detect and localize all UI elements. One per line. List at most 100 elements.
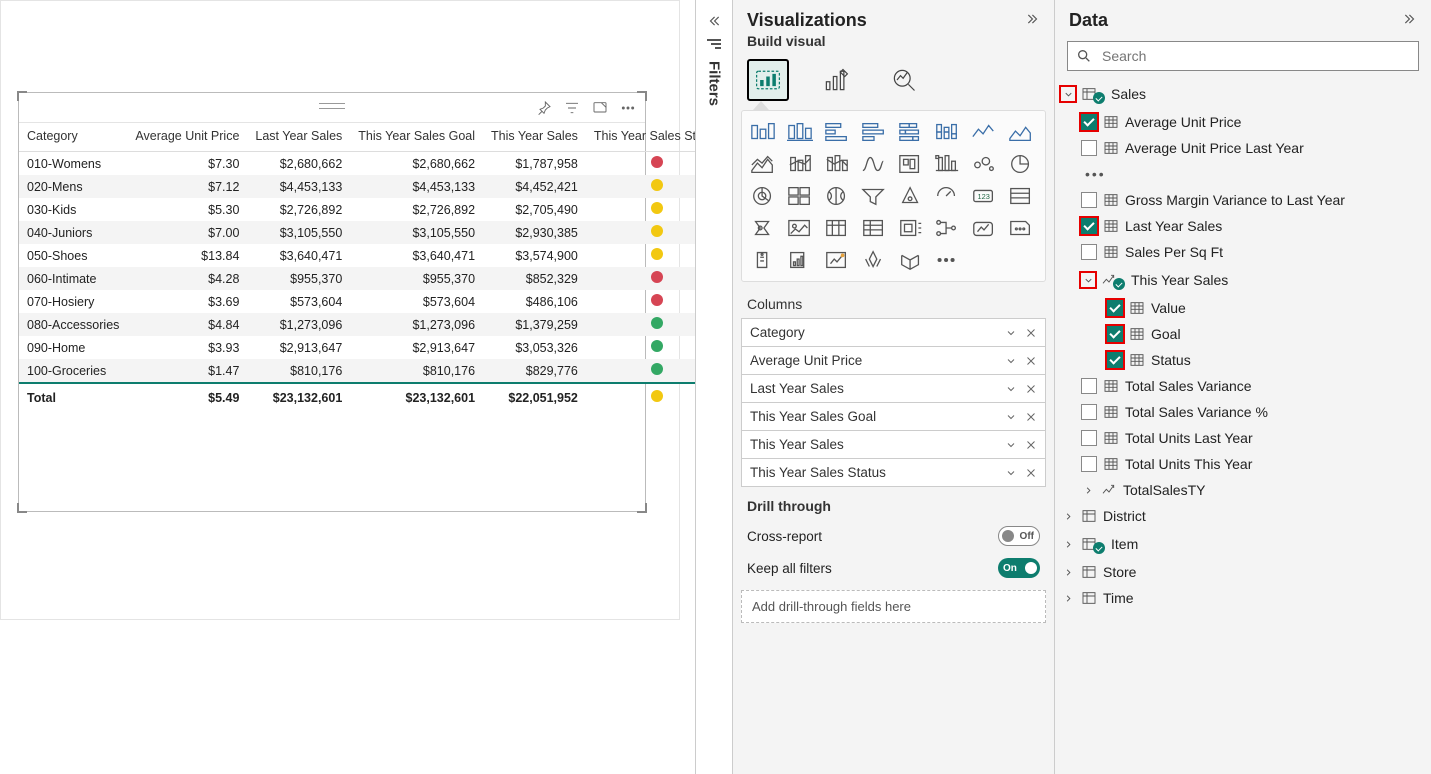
visual-type-icon[interactable] [896,183,926,209]
visual-type-icon[interactable] [896,215,926,241]
table-row[interactable]: 010-Womens$7.30$2,680,662$2,680,662$1,78… [19,152,728,176]
visual-type-icon[interactable] [822,247,852,273]
chevron-right-icon[interactable] [1061,537,1075,551]
close-icon[interactable] [1025,467,1037,479]
table-row[interactable]: 020-Mens$7.12$4,453,133$4,453,133$4,452,… [19,175,728,198]
visual-type-icon[interactable] [785,183,815,209]
table-item[interactable]: Item [1059,529,1421,559]
field-well[interactable]: This Year Sales Goal [741,402,1046,431]
table-time[interactable]: Time [1059,585,1421,611]
visual-type-icon[interactable] [785,247,815,273]
field-well[interactable]: Category [741,318,1046,347]
field-totalsalesty[interactable]: TotalSalesTY [1059,477,1421,503]
table-sales[interactable]: Sales [1059,79,1421,109]
visual-type-icon[interactable] [822,215,852,241]
visual-type-icon[interactable] [748,183,778,209]
close-icon[interactable] [1025,383,1037,395]
field-goal[interactable]: Goal [1059,321,1421,347]
filters-pane-collapsed[interactable]: Filters [695,0,733,774]
collapse-pane-icon[interactable] [1026,12,1040,29]
table-store[interactable]: Store [1059,559,1421,585]
chevron-down-icon[interactable] [1005,355,1017,367]
visual-type-icon[interactable] [785,151,815,177]
more-icon[interactable] [619,99,637,117]
field-well[interactable]: This Year Sales [741,430,1046,459]
visual-type-icon[interactable] [896,151,926,177]
checkbox[interactable] [1081,378,1097,394]
visual-type-icon[interactable] [932,151,962,177]
drag-handle-icon[interactable] [319,103,345,109]
visual-type-icon[interactable] [969,215,999,241]
table-row[interactable]: 080-Accessories$4.84$1,273,096$1,273,096… [19,313,728,336]
search-input[interactable] [1067,41,1419,71]
visual-type-icon[interactable] [822,183,852,209]
table-row[interactable]: 070-Hosiery$3.69$573,604$573,604$486,106 [19,290,728,313]
visual-type-icon[interactable] [932,215,962,241]
chevron-right-icon[interactable] [1061,565,1075,579]
column-header[interactable]: This Year Sales Goal [350,123,483,152]
tab-analytics[interactable] [883,59,925,101]
field-status[interactable]: Status [1059,347,1421,373]
cross-report-toggle[interactable]: Off [998,526,1040,546]
tab-format-visual[interactable] [815,59,857,101]
column-header[interactable]: Category [19,123,127,152]
column-header[interactable]: Last Year Sales [247,123,350,152]
chevron-down-icon[interactable] [1005,383,1017,395]
chevron-down-icon[interactable] [1081,273,1095,287]
visual-type-icon[interactable]: 123 [969,183,999,209]
field-sales-per-sqft[interactable]: Sales Per Sq Ft [1059,239,1421,265]
pin-icon[interactable] [535,99,553,117]
visual-type-icon[interactable] [748,151,778,177]
visual-type-icon[interactable] [748,119,778,145]
checkbox-checked[interactable] [1107,352,1123,368]
checkbox[interactable] [1081,456,1097,472]
visual-type-icon[interactable] [896,247,926,273]
field-gross-margin-variance[interactable]: Gross Margin Variance to Last Year [1059,187,1421,213]
more-fields[interactable]: ••• [1059,161,1421,187]
visual-type-icon[interactable] [932,119,962,145]
column-header[interactable]: Average Unit Price [127,123,247,152]
checkbox[interactable] [1081,192,1097,208]
field-total-sales-variance-pct[interactable]: Total Sales Variance % [1059,399,1421,425]
field-well[interactable]: Average Unit Price [741,346,1046,375]
field-value[interactable]: Value [1059,295,1421,321]
table-row[interactable]: 090-Home$3.93$2,913,647$2,913,647$3,053,… [19,336,728,359]
visual-type-icon[interactable] [859,247,889,273]
checkbox[interactable] [1081,140,1097,156]
chevron-right-icon[interactable] [1061,509,1075,523]
field-well[interactable]: Last Year Sales [741,374,1046,403]
table-row[interactable]: 060-Intimate$4.28$955,370$955,370$852,32… [19,267,728,290]
chevron-down-icon[interactable] [1005,327,1017,339]
visual-type-icon[interactable] [822,151,852,177]
table-row[interactable]: 100-Groceries$1.47$810,176$810,176$829,7… [19,359,728,383]
collapse-chevron-icon[interactable] [707,14,721,31]
visual-type-icon[interactable] [1006,151,1036,177]
visual-type-icon[interactable] [1006,119,1036,145]
column-header[interactable]: This Year Sales [483,123,586,152]
close-icon[interactable] [1025,439,1037,451]
visual-type-icon[interactable] [859,215,889,241]
visual-type-icon[interactable] [859,183,889,209]
checkbox[interactable] [1081,244,1097,260]
visual-type-icon[interactable] [896,119,926,145]
table-row[interactable]: 040-Juniors$7.00$3,105,550$3,105,550$2,9… [19,221,728,244]
visual-type-icon[interactable] [859,119,889,145]
chevron-down-icon[interactable] [1005,467,1017,479]
field-well[interactable]: This Year Sales Status [741,458,1046,487]
visual-type-icon[interactable] [1006,215,1036,241]
checkbox-checked[interactable] [1081,114,1097,130]
field-total-units-ly[interactable]: Total Units Last Year [1059,425,1421,451]
checkbox-checked[interactable] [1107,326,1123,342]
close-icon[interactable] [1025,355,1037,367]
close-icon[interactable] [1025,327,1037,339]
visual-type-icon[interactable] [969,119,999,145]
drill-through-dropzone[interactable]: Add drill-through fields here [741,590,1046,623]
report-canvas[interactable]: CategoryAverage Unit PriceLast Year Sale… [0,0,690,774]
visual-type-icon[interactable] [932,183,962,209]
filter-icon[interactable] [563,99,581,117]
table-row[interactable]: 050-Shoes$13.84$3,640,471$3,640,471$3,57… [19,244,728,267]
field-total-sales-variance[interactable]: Total Sales Variance [1059,373,1421,399]
collapse-data-pane-icon[interactable] [1403,12,1417,29]
visual-type-icon[interactable] [1006,183,1036,209]
field-last-year-sales[interactable]: Last Year Sales [1059,213,1421,239]
